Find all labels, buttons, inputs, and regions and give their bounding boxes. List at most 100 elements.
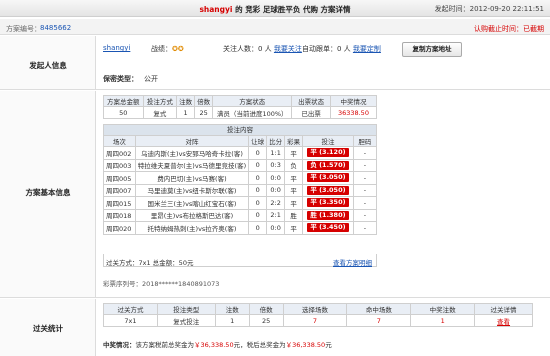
secret-type-label: 保密类型： [103,75,138,83]
match-id: 周四002 [103,146,136,160]
match-id: 周四005 [103,171,136,185]
stats-pass-method: 7x1 [103,314,158,327]
match-handicap: 0 [248,183,268,197]
summary-header: 方案状态 [212,95,293,107]
match-result: 平 [284,171,304,185]
match-row: 周四020 托特纳姆热刺(主)vs拉齐奥(客) 0 0:0 平平 (3.450) - [103,221,378,235]
match-banker: - [352,158,378,172]
stats-header: 过关详情 [474,303,533,315]
match-row: 周四002 乌迪内斯(主)vs安郅马哈奇卡拉(客) 0 1:1 平平 (3.120) - [103,146,378,160]
match-score: 1:1 [266,146,286,160]
stats-hit-matches: 7 [346,314,412,327]
match-pick: 胜 (1.380) [302,208,354,222]
launch-time-value: 2012-09-20 22:11:51 [469,5,544,13]
secret-type: 保密类型： 公开 [103,74,158,84]
match-banker: - [352,208,378,222]
stats-header: 中奖注数 [410,303,476,315]
match-vs: 马里迪莫(主)vs纽卡斯尔联(客) [134,183,250,197]
bet-count: 1 [176,106,196,119]
basic-info-section-label: 方案基本信息 [0,91,96,297]
summary-header: 出票状态 [291,95,331,107]
pass-method-summary: 过关方式：7x1 总金额：50元 [106,259,194,267]
match-vs: 托特纳姆热刺(主)vs拉齐奥(客) [134,221,250,235]
match-score: 2:1 [266,208,286,222]
match-result: 负 [284,158,304,172]
ticket-serial: 彩票序列号：2018******1840891073 [103,278,219,288]
prize-summary: 中奖情况：该方案税前总奖金为￥36,338.50元，税后总奖金为￥36,338.… [103,339,332,349]
follow-link[interactable]: 我要关注 [274,45,302,53]
scheme-row: 方案编号： 8485662 认购截止时间：已截期 [0,19,550,35]
auto-follow: 自动跟单：0 人 我要定制 [302,44,381,54]
pick-badge: 平 (3.350) [307,198,349,208]
stats-selected-matches: 7 [282,314,348,327]
auto-follow-number: 0 人 [337,45,351,53]
match-pick: 负 (1.570) [302,158,354,172]
customize-link[interactable]: 我要定制 [353,45,381,53]
match-row: 周四003 特拉维夫夏普尔(主)vs马德里竞技(客) 0 0:3 负负 (1.570) - [103,158,378,172]
match-handicap: 0 [248,221,268,235]
ticket-status: 已出票 [291,106,331,119]
match-handicap: 0 [248,208,268,222]
prize-pretax: ￥36,338.50 [194,341,234,349]
stats-winning-bets: 1 [410,314,476,327]
match-vs: 特拉维夫夏普尔(主)vs马德里竞技(客) [134,158,250,172]
match-score: 0:3 [266,158,286,172]
match-id: 周四003 [103,158,136,172]
view-scheme-detail-link[interactable]: 查看方案明细 [333,257,372,267]
serial-value: 2018******1840891073 [142,280,220,288]
follow-number: 0 人 [258,45,272,53]
record-label: 战绩： [151,45,172,53]
subscription-deadline: 认购截止时间：已截期 [474,25,544,33]
match-header: 胆码 [352,135,378,147]
match-pick: 平 (3.120) [302,146,354,160]
secret-type-value: 公开 [144,75,158,83]
match-id: 周四007 [103,183,136,197]
stats-header: 投注类型 [156,303,216,315]
match-pick: 平 (3.350) [302,196,354,210]
bet-content-title: 投注内容 [103,124,377,135]
medal-icon: ✪✪ [172,45,184,53]
copy-scheme-url-button[interactable]: 复制方案地址 [402,42,462,57]
summary-header-row: 方案总金额 投注方式 注数 倍数 方案状态 出票状态 中奖情况 [103,95,378,107]
title-username[interactable]: shangyi [199,5,232,14]
title-bar: shangyi 的 竞彩 足球胜平负 代购 方案详情 发起时间：2012-09-… [0,0,550,17]
launch-time-label: 发起时间： [434,5,470,13]
match-row: 周四007 马里迪莫(主)vs纽卡斯尔联(客) 0 0:0 平平 (3.050) - [103,183,378,197]
match-result: 平 [284,183,304,197]
pass-stats-section-title: 过关统计 [33,324,63,333]
match-header: 对阵 [134,135,250,147]
stats-view-detail-link[interactable]: 查看 [474,314,533,327]
stats-header: 选择场数 [282,303,348,315]
win-amount: 36338.50 [329,106,378,119]
match-vs: 乌迪内斯(主)vs安郅马哈奇卡拉(客) [134,146,250,160]
follow-count: 关注人数：0 人 我要关注 [223,44,302,54]
match-id: 周四015 [103,196,136,210]
stats-row: 7x1 复式投注 1 25 7 7 1 查看 [103,314,533,327]
sponsor-section-title: 发起人信息 [29,61,67,70]
stats-table: 过关方式 投注类型 注数 倍数 选择场数 命中场数 中奖注数 过关详情 7x1 … [103,303,533,327]
matches-header-row: 场次 对阵 让球 比分 彩果 投注 胆码 [103,135,378,147]
stats-header: 注数 [214,303,250,315]
prize-label: 中奖情况： [103,341,136,349]
summary-header: 倍数 [194,95,214,107]
sponsor-section-label: 发起人信息 [0,36,96,89]
match-header: 让球 [248,135,268,147]
pick-badge: 胜 (1.380) [307,210,349,220]
match-pick: 平 (3.050) [302,183,354,197]
match-header: 投注 [302,135,354,147]
stats-bet-type: 复式投注 [156,314,216,327]
stats-header-row: 过关方式 投注类型 注数 倍数 选择场数 命中场数 中奖注数 过关详情 [103,303,533,315]
match-row: 周四015 国米兰三(主)vs喀山红宝石(客) 0 2:2 平平 (3.350) - [103,196,378,210]
prize-text-1: 该方案税前总奖金为 [135,341,195,349]
scheme-status: 满员（当前进度100%） [212,106,293,119]
summary-header: 方案总金额 [103,95,144,107]
title-text: 的 竞彩 足球胜平负 代购 方案详情 [235,5,351,14]
sponsor-record: 战绩：✪✪ [151,44,184,54]
pick-badge: 平 (3.120) [307,148,349,158]
sponsor-username-link[interactable]: shangyi [103,44,130,52]
match-handicap: 0 [248,158,268,172]
summary-header: 投注方式 [142,95,178,107]
match-score: 2:2 [266,196,286,210]
prize-text-3: 元 [325,341,332,349]
match-vs: 国米兰三(主)vs喀山红宝石(客) [134,196,250,210]
